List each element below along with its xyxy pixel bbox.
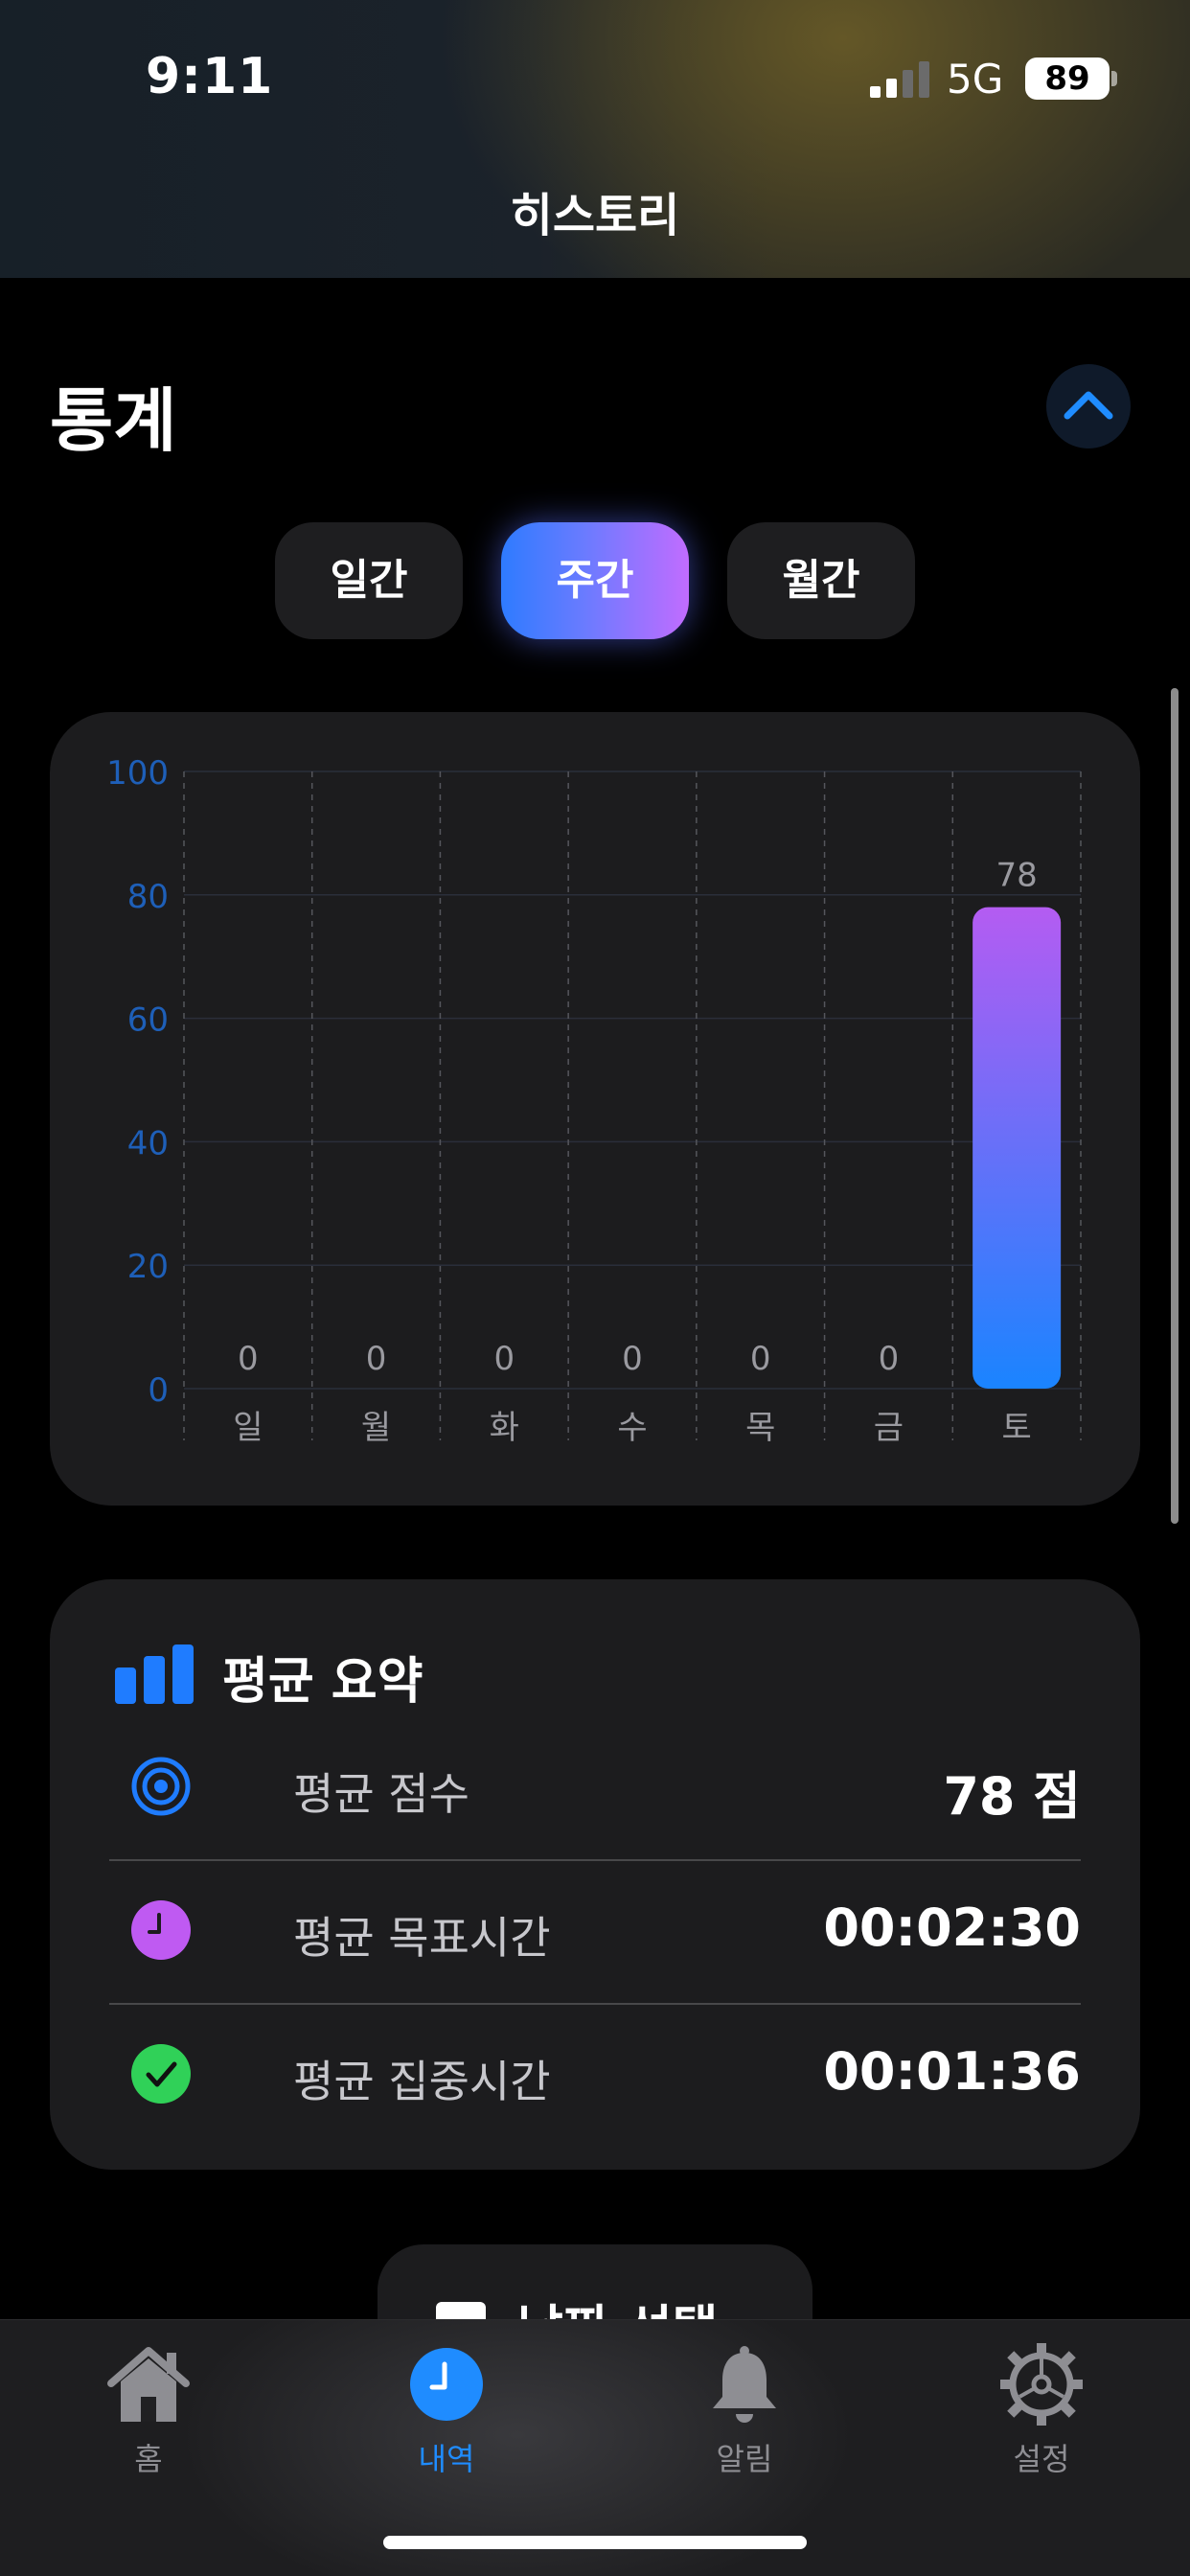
bar-chart-icon bbox=[115, 1644, 194, 1704]
summary-value: 78 점 bbox=[943, 1766, 1081, 1827]
bar-value-label: 0 bbox=[366, 1340, 387, 1378]
clock-icon bbox=[410, 2348, 483, 2421]
tab-settings[interactable]: 설정 bbox=[946, 2341, 1137, 2485]
x-tick-label: 화 bbox=[490, 1409, 519, 1447]
bar-value-label: 0 bbox=[493, 1340, 515, 1378]
x-tick-label: 토 bbox=[1002, 1409, 1032, 1447]
status-time: 9:11 bbox=[146, 48, 274, 105]
tab-label: 설정 bbox=[1013, 2441, 1070, 2477]
stats-title: 통계 bbox=[50, 380, 177, 461]
y-tick-label: 40 bbox=[127, 1124, 169, 1162]
tab-label: 홈 bbox=[134, 2441, 163, 2477]
home-icon bbox=[107, 2347, 190, 2422]
bar-value-label: 0 bbox=[622, 1340, 643, 1378]
x-tick-label: 일 bbox=[233, 1409, 263, 1447]
weekly-chart-card: 0 20 40 60 80 100 0 0 0 0 0 0 78 일 월 화 수 목 금 토 bbox=[50, 712, 1140, 1506]
scrollbar[interactable] bbox=[1171, 688, 1179, 1524]
clock-icon bbox=[131, 1900, 191, 1960]
home-indicator bbox=[383, 2536, 807, 2549]
page-title: 히스토리 bbox=[510, 189, 680, 242]
top-bar: 9:11 5G 89 히스토리 bbox=[0, 0, 1190, 278]
summary-value: 00:01:36 bbox=[823, 2041, 1081, 2102]
x-tick-label: 금 bbox=[874, 1409, 904, 1447]
bar-토 bbox=[973, 907, 1062, 1389]
battery-tip bbox=[1111, 71, 1117, 86]
segment-daily[interactable]: 일간 bbox=[275, 522, 463, 639]
tab-alerts[interactable]: 알림 bbox=[649, 2341, 840, 2485]
segment-weekly[interactable]: 주간 bbox=[501, 522, 689, 639]
bar-value-label: 78 bbox=[996, 857, 1038, 895]
bell-icon bbox=[713, 2346, 776, 2423]
tab-home[interactable]: 홈 bbox=[53, 2341, 244, 2485]
cellular-signal-icon bbox=[870, 61, 929, 98]
summary-value: 00:02:30 bbox=[823, 1898, 1081, 1958]
tab-label: 내역 bbox=[418, 2441, 475, 2477]
tab-label: 알림 bbox=[716, 2441, 773, 2477]
tab-history[interactable]: 내역 bbox=[351, 2341, 542, 2485]
weekly-bar-chart: 0 20 40 60 80 100 0 0 0 0 0 0 78 일 월 화 수 목 금 토 bbox=[106, 754, 1082, 1447]
summary-row-goal-time: 평균 목표시간 00:02:30 bbox=[109, 1859, 1081, 2003]
y-tick-label: 80 bbox=[127, 878, 169, 916]
summary-row-focus-time: 평균 집중시간 00:01:36 bbox=[109, 2003, 1081, 2147]
summary-label: 평균 점수 bbox=[293, 1768, 469, 1820]
chevron-up-icon bbox=[1064, 391, 1113, 420]
target-icon bbox=[131, 1757, 191, 1816]
y-tick-label: 60 bbox=[127, 1001, 169, 1040]
battery-icon: 89 bbox=[1025, 58, 1110, 100]
x-tick-label: 목 bbox=[745, 1409, 775, 1447]
summary-label: 평균 집중시간 bbox=[293, 2056, 551, 2107]
x-tick-label: 월 bbox=[361, 1409, 391, 1447]
bar-value-label: 0 bbox=[238, 1340, 259, 1378]
network-type: 5G bbox=[947, 56, 1004, 103]
summary-title: 평균 요약 bbox=[222, 1653, 423, 1711]
x-tick-label: 수 bbox=[617, 1409, 647, 1447]
summary-card: 평균 요약 평균 점수 78 점 평균 목표시간 00:02:30 평균 집중시… bbox=[50, 1579, 1140, 2170]
checkmark-icon bbox=[131, 2044, 191, 2104]
y-tick-label: 100 bbox=[106, 754, 169, 793]
bar-value-label: 0 bbox=[750, 1340, 771, 1378]
segment-monthly[interactable]: 월간 bbox=[727, 522, 915, 639]
collapse-button[interactable] bbox=[1046, 364, 1131, 448]
y-tick-label: 0 bbox=[148, 1371, 169, 1410]
summary-label: 평균 목표시간 bbox=[293, 1912, 551, 1964]
y-tick-label: 20 bbox=[127, 1248, 169, 1286]
bar-value-label: 0 bbox=[879, 1340, 900, 1378]
gear-icon bbox=[1000, 2343, 1083, 2426]
summary-row-score: 평균 점수 78 점 bbox=[109, 1715, 1081, 1859]
